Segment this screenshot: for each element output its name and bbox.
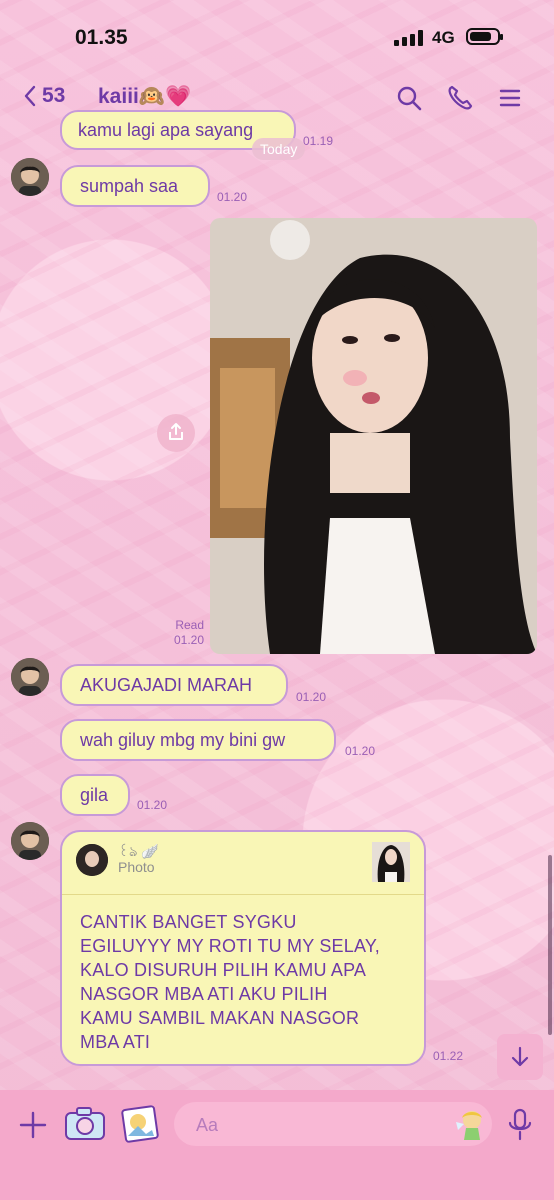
photo-image <box>210 218 537 654</box>
message-bubble[interactable]: AKUGAJADI MARAH <box>60 664 288 706</box>
message-bubble[interactable]: gila <box>60 774 130 816</box>
message-text: wah giluy mbg my bini gw <box>80 730 286 750</box>
sticker-icon[interactable] <box>450 1104 490 1144</box>
message-input-bar <box>0 1090 554 1200</box>
reply-message-bubble[interactable]: ꒰ঌ 🪽 Photo CANTIK BANGET SYGKU EGILUYYY … <box>60 830 426 1066</box>
menu-icon[interactable] <box>496 84 524 112</box>
scroll-down-button[interactable] <box>497 1034 543 1080</box>
message-text: AKUGAJADI MARAH <box>80 675 253 695</box>
message-text: sumpah saa <box>80 176 179 196</box>
unread-count: 53 <box>42 84 66 107</box>
avatar[interactable] <box>11 158 49 196</box>
message-input[interactable] <box>194 1102 438 1148</box>
microphone-icon[interactable] <box>507 1108 533 1142</box>
date-chip: Today <box>252 138 306 160</box>
back-button[interactable]: 53 <box>22 84 65 108</box>
share-icon <box>169 423 183 440</box>
avatar[interactable] <box>11 658 49 696</box>
message-text: gila <box>80 785 109 805</box>
message-time: 01.20 <box>217 190 248 204</box>
message-time: 01.20 <box>296 690 327 704</box>
message-time: 01.19 <box>303 134 334 148</box>
message-time: 01.20 <box>345 744 376 758</box>
message-input-field[interactable] <box>174 1102 492 1148</box>
read-label: Read <box>175 618 204 632</box>
scrollbar[interactable] <box>548 855 552 1035</box>
avatar[interactable] <box>11 822 49 860</box>
status-bar: 01.35 4G <box>0 0 554 74</box>
message-text: CANTIK BANGET SYGKU EGILUYYY MY ROTI TU … <box>80 912 380 1052</box>
quoted-avatar <box>76 844 108 876</box>
message-time: 01.22 <box>433 1049 464 1063</box>
status-time: 01.35 <box>75 26 128 49</box>
chat-title[interactable]: kaiii🙉💗 <box>98 85 191 109</box>
quoted-thumbnail <box>372 842 410 882</box>
message-time: 01.20 <box>137 798 168 812</box>
plus-icon[interactable] <box>18 1110 48 1140</box>
signal-icon <box>394 30 424 46</box>
search-icon[interactable] <box>395 84 423 112</box>
quoted-type: Photo <box>118 859 155 875</box>
quoted-message[interactable]: ꒰ঌ 🪽 Photo <box>62 832 424 895</box>
message-bubble[interactable]: wah giluy mbg my bini gw <box>60 719 336 761</box>
camera-icon[interactable] <box>64 1105 106 1143</box>
chevron-left-icon <box>24 85 36 107</box>
photo-message[interactable] <box>210 218 537 654</box>
message-text: kamu lagi apa sayang <box>78 120 254 140</box>
battery-icon <box>466 28 503 45</box>
message-bubble[interactable]: sumpah saa <box>60 165 210 207</box>
arrow-down-icon <box>511 1046 529 1067</box>
phone-icon[interactable] <box>446 84 474 112</box>
message-time: 01.20 <box>173 633 204 647</box>
share-button[interactable] <box>157 414 195 452</box>
read-receipt: Read 01.20 <box>168 618 204 648</box>
gallery-icon[interactable] <box>120 1104 160 1144</box>
network-type: 4G <box>432 28 455 47</box>
